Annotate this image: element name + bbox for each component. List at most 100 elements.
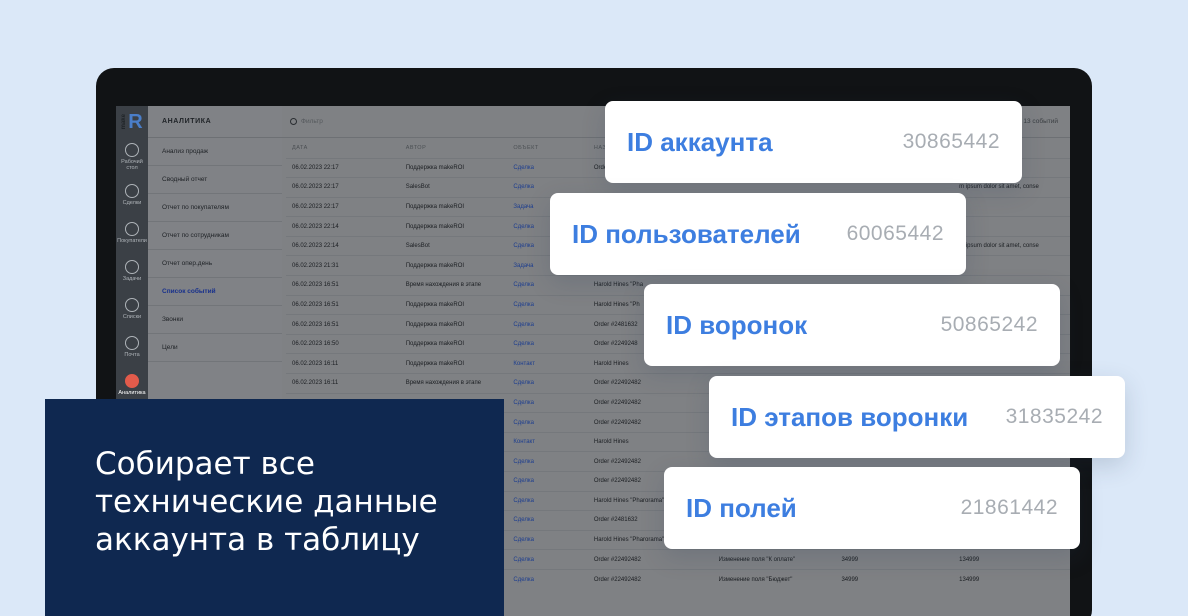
table-cell[interactable]: Сделка xyxy=(507,471,588,492)
table-cell xyxy=(953,255,1070,276)
table-cell[interactable]: Сделка xyxy=(507,294,588,315)
table-cell: 06.02.2023 22:17 xyxy=(286,177,400,198)
column-header[interactable]: ДАТА xyxy=(286,138,400,158)
table-cell: 06.02.2023 22:17 xyxy=(286,196,400,217)
card-value: 31835242 xyxy=(1005,405,1103,428)
table-cell: m ipsum dolor sit amet, conse xyxy=(953,235,1070,256)
table-cell: Order #22492482 xyxy=(587,568,713,590)
dashboard-icon xyxy=(125,142,139,157)
rail-item-buyers[interactable]: Покупатели xyxy=(116,214,148,252)
table-cell: Поддержка makeROI xyxy=(399,314,508,335)
table-cell: Поддержка makeROI xyxy=(399,216,508,237)
table-cell: 06.02.2023 22:17 xyxy=(286,157,400,178)
section-title: АНАЛИТИКА xyxy=(148,106,282,138)
menu-item-buyers-report[interactable]: Отчет по покупателям xyxy=(148,194,282,222)
table-cell[interactable]: Сделка xyxy=(507,392,588,413)
card-value: 60065442 xyxy=(846,222,944,245)
logo-letter: R xyxy=(128,110,143,133)
table-cell: SalesBot xyxy=(399,177,508,198)
mail-icon xyxy=(125,335,139,350)
caption-line: аккаунта в таблицу xyxy=(95,522,420,558)
logo-small-text: make xyxy=(121,114,128,130)
table-cell: SalesBot xyxy=(399,235,508,256)
table-cell: Поддержка makeROI xyxy=(399,196,508,217)
column-header[interactable]: ОБЪЕКТ xyxy=(507,138,588,158)
table-cell: 134999 xyxy=(953,549,1070,570)
table-cell[interactable]: Сделка xyxy=(507,373,588,394)
analytics-icon xyxy=(125,373,139,388)
card-pipelines-id: ID воронок 50865242 xyxy=(644,284,1060,366)
column-header[interactable]: АВТОР xyxy=(400,138,508,158)
card-label: ID аккаунта xyxy=(627,126,773,157)
menu-item-calls[interactable]: Звонки xyxy=(148,306,282,334)
table-cell[interactable]: Сделка xyxy=(507,510,588,531)
rail-item-dashboard[interactable]: Рабочий стол xyxy=(116,138,148,176)
table-cell: 34999 xyxy=(835,568,954,590)
rail-item-tasks[interactable]: Задачи xyxy=(116,252,148,290)
list-icon xyxy=(125,297,139,312)
table-cell: Поддержка makeROI xyxy=(399,255,508,276)
check-icon xyxy=(125,259,139,274)
menu-item-events-list[interactable]: Список событий xyxy=(148,278,282,306)
table-cell[interactable]: Сделка xyxy=(507,157,588,178)
table-cell[interactable]: Сделка xyxy=(507,275,588,296)
rail-label: Сделки xyxy=(122,199,142,206)
table-cell: Изменение поля "К оплате" xyxy=(712,549,836,570)
user-icon xyxy=(125,221,139,236)
table-cell: 06.02.2023 16:51 xyxy=(286,314,400,335)
table-cell: Поддержка makeROI xyxy=(399,353,508,374)
table-cell[interactable]: Сделка xyxy=(507,451,588,472)
table-cell: 06.02.2023 16:51 xyxy=(286,275,400,296)
table-cell: Order #22492482 xyxy=(587,549,713,570)
table-cell[interactable]: Сделка xyxy=(507,490,588,511)
table-cell xyxy=(953,216,1070,237)
table-cell: Поддержка makeROI xyxy=(399,157,508,178)
table-cell: Order #22492482 xyxy=(587,412,713,433)
table-cell: 06.02.2023 16:51 xyxy=(286,294,400,315)
table-cell: 134999 xyxy=(953,568,1070,590)
table-cell: Order #22492482 xyxy=(587,373,713,394)
card-value: 50865242 xyxy=(940,313,1038,336)
rail-item-lists[interactable]: Списки xyxy=(116,290,148,328)
table-cell: Harold Hines xyxy=(587,431,713,452)
rail-label: Задачи xyxy=(122,275,142,282)
card-label: ID полей xyxy=(686,492,797,523)
table-cell[interactable]: Контакт xyxy=(507,353,588,374)
rail-label: Рабочий стол xyxy=(121,158,143,171)
rail-label: Аналитика xyxy=(118,389,146,396)
table-cell: Время нахождения в этапе xyxy=(399,275,508,296)
rail-item-deals[interactable]: Сделки xyxy=(116,176,148,214)
table-cell[interactable]: Сделка xyxy=(507,412,588,433)
menu-item-goals[interactable]: Цели xyxy=(148,334,282,362)
table-cell: Поддержка makeROI xyxy=(399,333,508,354)
table-cell[interactable]: Сделка xyxy=(507,333,588,354)
rail-label: Почта xyxy=(124,351,140,358)
table-cell: Изменение поля "Бюджет" xyxy=(712,568,836,590)
card-value: 21861442 xyxy=(960,496,1058,519)
table-cell: Поддержка makeROI xyxy=(399,294,508,315)
filter-input[interactable]: Фильтр xyxy=(290,118,323,125)
menu-item-summary-report[interactable]: Сводный отчет xyxy=(148,166,282,194)
rail-item-mail[interactable]: Почта xyxy=(116,328,148,366)
card-users-id: ID пользователей 60065442 xyxy=(550,193,966,275)
card-label: ID воронок xyxy=(666,309,808,340)
table-cell: 06.02.2023 16:11 xyxy=(286,373,400,394)
table-cell: 06.02.2023 22:14 xyxy=(286,216,400,237)
table-cell: 06.02.2023 16:11 xyxy=(286,353,400,374)
table-cell[interactable]: Сделка xyxy=(507,568,588,590)
card-label: ID этапов воронки xyxy=(731,401,969,432)
table-cell[interactable]: Контакт xyxy=(507,431,588,452)
card-value: 30865442 xyxy=(902,130,1000,153)
card-label: ID пользователей xyxy=(572,218,801,249)
menu-item-employees-report[interactable]: Отчет по сотрудникам xyxy=(148,222,282,250)
table-cell[interactable]: Сделка xyxy=(507,529,588,550)
filter-placeholder: Фильтр xyxy=(301,118,323,125)
card-fields-id: ID полей 21861442 xyxy=(664,467,1080,549)
table-cell[interactable]: Сделка xyxy=(507,314,588,335)
table-cell[interactable]: Сделка xyxy=(507,549,588,570)
menu-item-sales-analysis[interactable]: Анализ продаж xyxy=(148,138,282,166)
menu-item-day-report[interactable]: Отчет опер.день xyxy=(148,250,282,278)
table-cell: Время нахождения в этапе xyxy=(399,373,508,394)
table-cell: 06.02.2023 22:14 xyxy=(286,235,400,256)
app-logo: make R xyxy=(116,106,148,138)
